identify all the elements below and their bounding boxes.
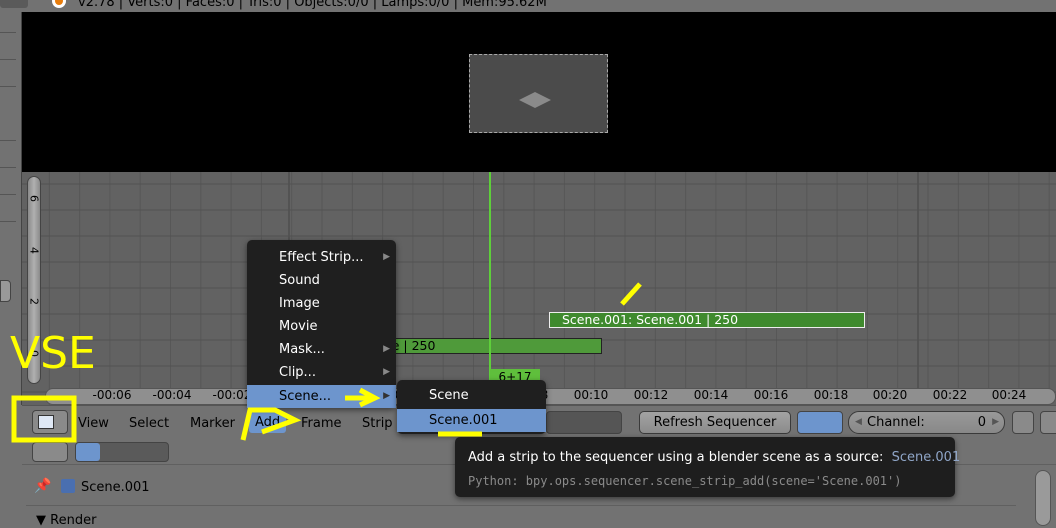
submenu-item-scene[interactable]: Scene [397, 384, 546, 407]
time-tick-label: -00:06 [92, 388, 132, 402]
playhead[interactable] [489, 172, 491, 388]
time-tick-label: 00:16 [753, 388, 789, 402]
menu-view[interactable]: View [78, 416, 109, 431]
menu-add[interactable]: Add [249, 412, 287, 433]
channel-label: 6 [27, 195, 41, 202]
context-tabs[interactable] [75, 442, 169, 462]
time-tick-label: 00:14 [693, 388, 729, 402]
scene-submenu: Scene Scene.001 [397, 380, 546, 434]
toolbar-button[interactable] [0, 280, 11, 302]
menu-item-movie[interactable]: Movie [247, 315, 396, 338]
time-tick-label: -00:02 [212, 388, 252, 402]
ghost-icon[interactable] [1012, 411, 1034, 434]
scene-name: Scene.001 [81, 480, 150, 495]
menu-frame[interactable]: Frame [301, 416, 342, 431]
menu-marker[interactable]: Marker [190, 416, 235, 431]
tooltip-description: Add a strip to the sequencer using a ble… [468, 450, 884, 465]
blender-logo-icon [52, 0, 66, 8]
tooltip-value: Scene.001 [891, 450, 961, 465]
properties-scrollbar[interactable] [1035, 470, 1051, 526]
channel-value: 0 [977, 415, 986, 430]
overlay-toggle-icon[interactable] [797, 411, 843, 434]
refresh-sequencer-button[interactable]: Refresh Sequencer [639, 411, 791, 434]
preview-diamond-icon [519, 92, 551, 108]
menu-item-image[interactable]: Image [247, 292, 396, 315]
channel-label: 4 [27, 247, 41, 254]
channel-label: 2 [27, 298, 41, 305]
render-tab-icon[interactable] [76, 443, 100, 461]
stats-text: v2.78 | Verts:0 | Faces:0 | Tris:0 | Obj… [78, 0, 547, 10]
submenu-item-scene-001[interactable]: Scene.001 [397, 409, 546, 432]
time-tick-label: 00:18 [813, 388, 849, 402]
time-tick-label: 00:10 [573, 388, 609, 402]
menu-item-effect-strip[interactable]: Effect Strip... ▶ [247, 246, 396, 269]
time-tick-label: 00:20 [872, 388, 908, 402]
add-menu: Effect Strip... ▶ Sound Image Movie Mask.… [247, 240, 396, 408]
menu-item-mask[interactable]: Mask... ▶ [247, 338, 396, 361]
menu-item-clip[interactable]: Clip... ▶ [247, 361, 396, 384]
scene-001-strip[interactable]: Scene.001: Scene.001 | 250 [549, 312, 865, 328]
editor-type-button[interactable] [32, 410, 68, 434]
camera-icon[interactable] [1040, 411, 1056, 434]
editor-type-dropdown[interactable] [0, 0, 28, 8]
time-tick-label: -00:04 [152, 388, 192, 402]
time-tick-label: 00:24 [991, 388, 1027, 402]
tooltip-python: Python: bpy.ops.sequencer.scene_strip_ad… [468, 474, 902, 488]
vse-annotation: VSE [10, 328, 96, 379]
menu-strip[interactable]: Strip [362, 416, 393, 431]
tooltip: Add a strip to the sequencer using a ble… [455, 437, 960, 497]
menu-item-sound[interactable]: Sound [247, 269, 396, 292]
time-tick-label: 00:22 [932, 388, 968, 402]
menu-select[interactable]: Select [129, 416, 169, 431]
view-mode-buttons[interactable] [546, 411, 622, 434]
sequencer-editor-icon [38, 415, 54, 429]
scene-icon [61, 479, 75, 493]
info-bar: v2.78 | Verts:0 | Faces:0 | Tris:0 | Obj… [0, 0, 1056, 12]
channel-field[interactable]: ◀ Channel: 0 ▶ [848, 411, 1005, 434]
menu-item-scene[interactable]: Scene... ▶ [247, 385, 396, 408]
properties-editor-button[interactable] [32, 442, 68, 462]
time-tick-label: 00:12 [633, 388, 669, 402]
channel-label: Channel: [867, 415, 925, 430]
pin-icon[interactable]: 📌 [34, 478, 51, 494]
